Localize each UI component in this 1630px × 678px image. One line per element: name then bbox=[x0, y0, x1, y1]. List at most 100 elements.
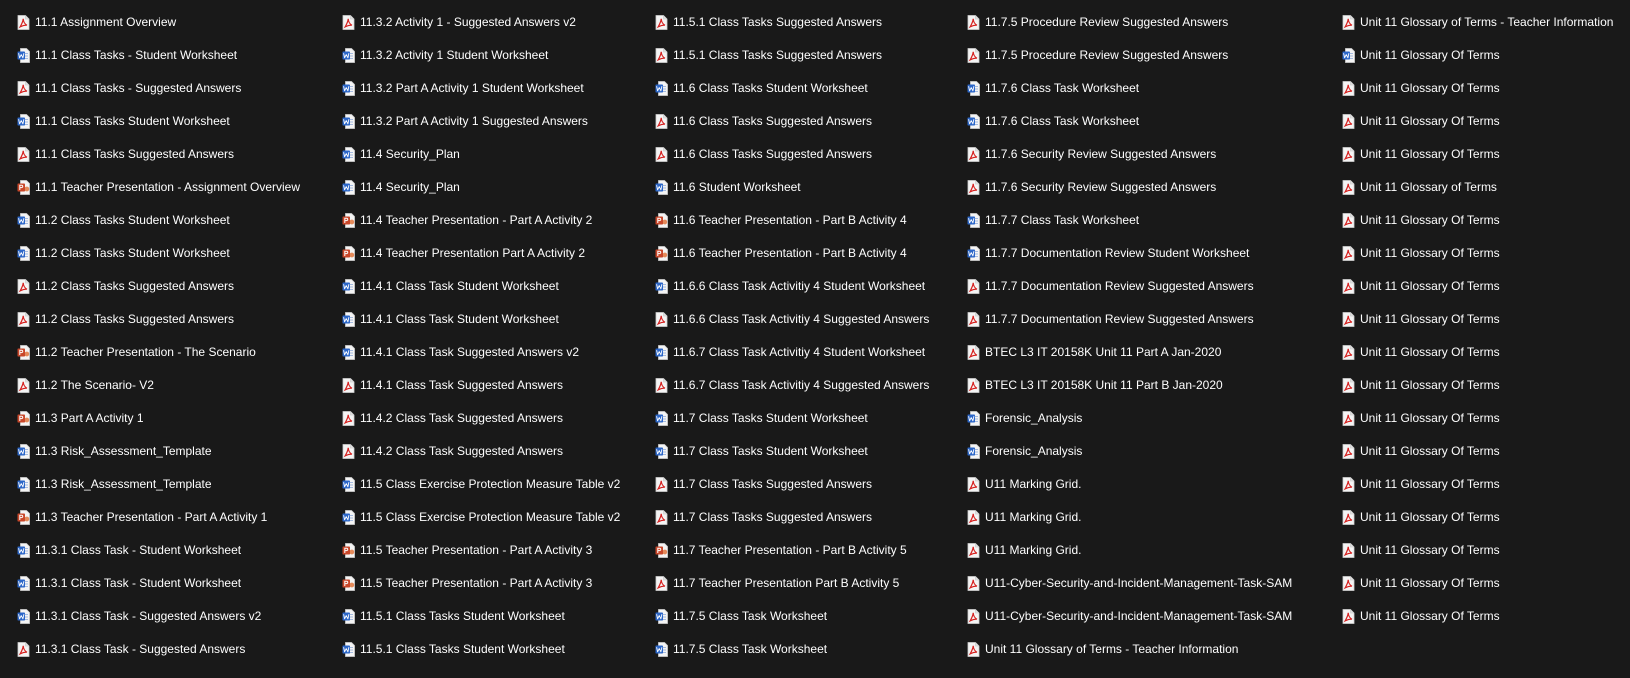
file-item[interactable]: 11.5 Teacher Presentation - Part A Activ… bbox=[342, 567, 650, 600]
file-item[interactable]: Unit 11 Glossary Of Terms bbox=[1342, 204, 1630, 237]
file-item[interactable]: 11.4 Security_Plan bbox=[342, 138, 650, 171]
file-item[interactable]: 11.1 Class Tasks Suggested Answers bbox=[17, 138, 325, 171]
file-item[interactable]: Unit 11 Glossary Of Terms bbox=[1342, 237, 1630, 270]
file-item[interactable]: 11.6.7 Class Task Activitiy 4 Suggested … bbox=[655, 369, 963, 402]
file-item[interactable]: 11.5.1 Class Tasks Suggested Answers bbox=[655, 39, 963, 72]
file-item[interactable]: 11.1 Class Tasks - Student Worksheet bbox=[17, 39, 325, 72]
file-item[interactable]: Unit 11 Glossary of Terms - Teacher Info… bbox=[1342, 6, 1630, 39]
file-item[interactable]: 11.5 Class Exercise Protection Measure T… bbox=[342, 468, 650, 501]
file-item[interactable]: 11.3 Risk_Assessment_Template bbox=[17, 435, 325, 468]
file-item[interactable]: Unit 11 Glossary Of Terms bbox=[1342, 567, 1630, 600]
file-item[interactable]: 11.6 Class Tasks Suggested Answers bbox=[655, 138, 963, 171]
word-document-icon bbox=[967, 411, 980, 426]
file-item[interactable]: 11.6 Teacher Presentation - Part B Activ… bbox=[655, 204, 963, 237]
file-item[interactable]: Unit 11 Glossary Of Terms bbox=[1342, 534, 1630, 567]
file-item[interactable]: Unit 11 Glossary Of Terms bbox=[1342, 600, 1630, 633]
file-item[interactable]: 11.6.7 Class Task Activitiy 4 Student Wo… bbox=[655, 336, 963, 369]
file-item[interactable]: 11.3.1 Class Task - Student Worksheet bbox=[17, 534, 325, 567]
file-item[interactable]: 11.7 Class Tasks Student Worksheet bbox=[655, 435, 963, 468]
file-item[interactable]: 11.3 Part A Activity 1 bbox=[17, 402, 325, 435]
file-item[interactable]: 11.2 Teacher Presentation - The Scenario bbox=[17, 336, 325, 369]
file-item[interactable]: 11.6 Teacher Presentation - Part B Activ… bbox=[655, 237, 963, 270]
file-item[interactable]: Unit 11 Glossary Of Terms bbox=[1342, 501, 1630, 534]
file-item[interactable]: 11.6 Class Tasks Student Worksheet bbox=[655, 72, 963, 105]
file-item[interactable]: 11.3.2 Part A Activity 1 Student Workshe… bbox=[342, 72, 650, 105]
file-item[interactable]: 11.7.7 Documentation Review Suggested An… bbox=[967, 303, 1327, 336]
file-item[interactable]: 11.4.2 Class Task Suggested Answers bbox=[342, 435, 650, 468]
file-item[interactable]: 11.7.5 Procedure Review Suggested Answer… bbox=[967, 39, 1327, 72]
file-item[interactable]: 11.2 Class Tasks Suggested Answers bbox=[17, 270, 325, 303]
file-item[interactable]: U11 Marking Grid. bbox=[967, 534, 1327, 567]
file-item[interactable]: 11.4.1 Class Task Suggested Answers bbox=[342, 369, 650, 402]
file-item[interactable]: 11.7.5 Class Task Worksheet bbox=[655, 600, 963, 633]
file-item[interactable]: 11.4.1 Class Task Student Worksheet bbox=[342, 270, 650, 303]
file-item[interactable]: BTEC L3 IT 20158K Unit 11 Part B Jan-202… bbox=[967, 369, 1327, 402]
file-item[interactable]: 11.2 The Scenario- V2 bbox=[17, 369, 325, 402]
file-item[interactable]: 11.7.7 Documentation Review Suggested An… bbox=[967, 270, 1327, 303]
file-item[interactable]: 11.1 Class Tasks - Suggested Answers bbox=[17, 72, 325, 105]
file-item[interactable]: Unit 11 Glossary of Terms bbox=[1342, 171, 1630, 204]
file-item[interactable]: Unit 11 Glossary Of Terms bbox=[1342, 138, 1630, 171]
file-item[interactable]: Unit 11 Glossary Of Terms bbox=[1342, 105, 1630, 138]
file-item[interactable]: Forensic_Analysis bbox=[967, 435, 1327, 468]
file-item[interactable]: 11.7.5 Class Task Worksheet bbox=[655, 633, 963, 666]
file-item[interactable]: U11-Cyber-Security-and-Incident-Manageme… bbox=[967, 600, 1327, 633]
file-item[interactable]: 11.3.1 Class Task - Student Worksheet bbox=[17, 567, 325, 600]
file-item[interactable]: Unit 11 Glossary Of Terms bbox=[1342, 369, 1630, 402]
file-item[interactable]: 11.1 Assignment Overview bbox=[17, 6, 325, 39]
file-item[interactable]: Unit 11 Glossary Of Terms bbox=[1342, 468, 1630, 501]
file-item[interactable]: 11.5 Teacher Presentation - Part A Activ… bbox=[342, 534, 650, 567]
file-item[interactable]: 11.7 Class Tasks Suggested Answers bbox=[655, 468, 963, 501]
file-item[interactable]: 11.7.7 Documentation Review Student Work… bbox=[967, 237, 1327, 270]
file-item[interactable]: 11.7.6 Security Review Suggested Answers bbox=[967, 138, 1327, 171]
file-item[interactable]: Unit 11 Glossary Of Terms bbox=[1342, 39, 1630, 72]
file-item[interactable]: 11.2 Class Tasks Student Worksheet bbox=[17, 237, 325, 270]
file-item[interactable]: 11.3 Risk_Assessment_Template bbox=[17, 468, 325, 501]
file-item[interactable]: Forensic_Analysis bbox=[967, 402, 1327, 435]
file-item[interactable]: 11.4 Security_Plan bbox=[342, 171, 650, 204]
file-item[interactable]: 11.7.6 Security Review Suggested Answers bbox=[967, 171, 1327, 204]
file-item[interactable]: 11.7 Teacher Presentation Part B Activit… bbox=[655, 567, 963, 600]
file-item[interactable]: 11.6 Student Worksheet bbox=[655, 171, 963, 204]
file-item[interactable]: 11.1 Class Tasks Student Worksheet bbox=[17, 105, 325, 138]
file-item[interactable]: 11.6 Class Tasks Suggested Answers bbox=[655, 105, 963, 138]
file-item[interactable]: 11.5.1 Class Tasks Suggested Answers bbox=[655, 6, 963, 39]
file-item[interactable]: Unit 11 Glossary Of Terms bbox=[1342, 435, 1630, 468]
file-item[interactable]: Unit 11 Glossary Of Terms bbox=[1342, 336, 1630, 369]
file-item[interactable]: 11.7.6 Class Task Worksheet bbox=[967, 72, 1327, 105]
file-item[interactable]: 11.2 Class Tasks Suggested Answers bbox=[17, 303, 325, 336]
file-item[interactable]: 11.6.6 Class Task Activitiy 4 Suggested … bbox=[655, 303, 963, 336]
file-item[interactable]: 11.7 Class Tasks Student Worksheet bbox=[655, 402, 963, 435]
file-item[interactable]: U11-Cyber-Security-and-Incident-Manageme… bbox=[967, 567, 1327, 600]
file-item[interactable]: 11.5.1 Class Tasks Student Worksheet bbox=[342, 633, 650, 666]
file-item[interactable]: 11.7 Class Tasks Suggested Answers bbox=[655, 501, 963, 534]
file-item[interactable]: 11.3 Teacher Presentation - Part A Activ… bbox=[17, 501, 325, 534]
file-item[interactable]: 11.7.5 Procedure Review Suggested Answer… bbox=[967, 6, 1327, 39]
file-item[interactable]: BTEC L3 IT 20158K Unit 11 Part A Jan-202… bbox=[967, 336, 1327, 369]
file-item[interactable]: U11 Marking Grid. bbox=[967, 501, 1327, 534]
file-item[interactable]: 11.6.6 Class Task Activitiy 4 Student Wo… bbox=[655, 270, 963, 303]
file-item[interactable]: 11.1 Teacher Presentation - Assignment O… bbox=[17, 171, 325, 204]
file-item[interactable]: 11.3.2 Part A Activity 1 Suggested Answe… bbox=[342, 105, 650, 138]
file-item[interactable]: Unit 11 Glossary Of Terms bbox=[1342, 270, 1630, 303]
file-item[interactable]: 11.7.6 Class Task Worksheet bbox=[967, 105, 1327, 138]
file-item[interactable]: Unit 11 Glossary Of Terms bbox=[1342, 303, 1630, 336]
file-item[interactable]: 11.3.2 Activity 1 - Suggested Answers v2 bbox=[342, 6, 650, 39]
file-item[interactable]: Unit 11 Glossary Of Terms bbox=[1342, 72, 1630, 105]
file-item[interactable]: 11.4.2 Class Task Suggested Answers bbox=[342, 402, 650, 435]
file-item[interactable]: 11.3.2 Activity 1 Student Worksheet bbox=[342, 39, 650, 72]
file-item[interactable]: 11.7.7 Class Task Worksheet bbox=[967, 204, 1327, 237]
file-item[interactable]: 11.4.1 Class Task Student Worksheet bbox=[342, 303, 650, 336]
file-item[interactable]: 11.4 Teacher Presentation Part A Activit… bbox=[342, 237, 650, 270]
file-item[interactable]: 11.3.1 Class Task - Suggested Answers bbox=[17, 633, 325, 666]
file-item[interactable]: Unit 11 Glossary of Terms - Teacher Info… bbox=[967, 633, 1327, 666]
file-item[interactable]: Unit 11 Glossary Of Terms bbox=[1342, 402, 1630, 435]
file-item[interactable]: 11.5.1 Class Tasks Student Worksheet bbox=[342, 600, 650, 633]
file-item[interactable]: 11.4 Teacher Presentation - Part A Activ… bbox=[342, 204, 650, 237]
file-item[interactable]: 11.5 Class Exercise Protection Measure T… bbox=[342, 501, 650, 534]
file-item[interactable]: 11.7 Teacher Presentation - Part B Activ… bbox=[655, 534, 963, 567]
file-item[interactable]: 11.4.1 Class Task Suggested Answers v2 bbox=[342, 336, 650, 369]
file-item[interactable]: 11.2 Class Tasks Student Worksheet bbox=[17, 204, 325, 237]
file-item[interactable]: 11.3.1 Class Task - Suggested Answers v2 bbox=[17, 600, 325, 633]
file-item[interactable]: U11 Marking Grid. bbox=[967, 468, 1327, 501]
